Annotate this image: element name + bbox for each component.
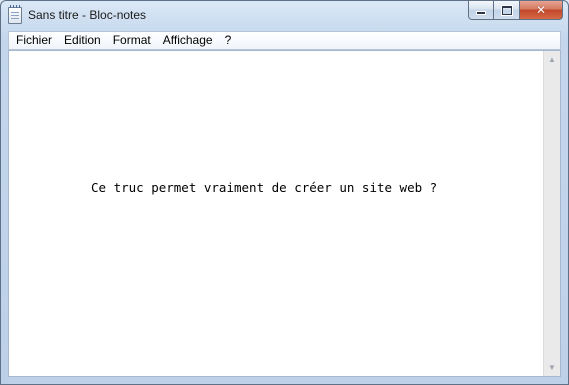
maximize-icon	[501, 5, 512, 15]
scroll-up-arrow-icon[interactable]: ▲	[544, 51, 560, 68]
menu-fichier[interactable]: Fichier	[9, 32, 58, 49]
menu-bar: Fichier Edition Format Affichage ?	[8, 31, 561, 50]
scroll-down-arrow-icon[interactable]: ▼	[544, 359, 560, 376]
caption-buttons: ✕	[468, 1, 563, 20]
editor-text[interactable]: Ce truc permet vraiment de créer un site…	[91, 180, 437, 195]
vertical-scrollbar[interactable]: ▲ ▼	[543, 51, 560, 376]
notepad-icon[interactable]	[8, 5, 22, 24]
text-editor[interactable]: Ce truc permet vraiment de créer un site…	[8, 50, 561, 377]
close-button[interactable]: ✕	[520, 1, 563, 20]
menu-format[interactable]: Format	[107, 32, 157, 49]
menu-affichage[interactable]: Affichage	[157, 32, 219, 49]
menu-edition[interactable]: Edition	[58, 32, 107, 49]
maximize-button[interactable]	[494, 1, 520, 20]
minimize-icon	[476, 11, 486, 15]
window-title: Sans titre - Bloc-notes	[28, 8, 147, 22]
title-bar[interactable]: Sans titre - Bloc-notes ✕	[1, 1, 568, 31]
minimize-button[interactable]	[468, 1, 494, 20]
close-icon: ✕	[535, 3, 547, 17]
menu-help[interactable]: ?	[219, 32, 238, 49]
notepad-window: Sans titre - Bloc-notes ✕ Fichier Editio…	[0, 0, 569, 385]
